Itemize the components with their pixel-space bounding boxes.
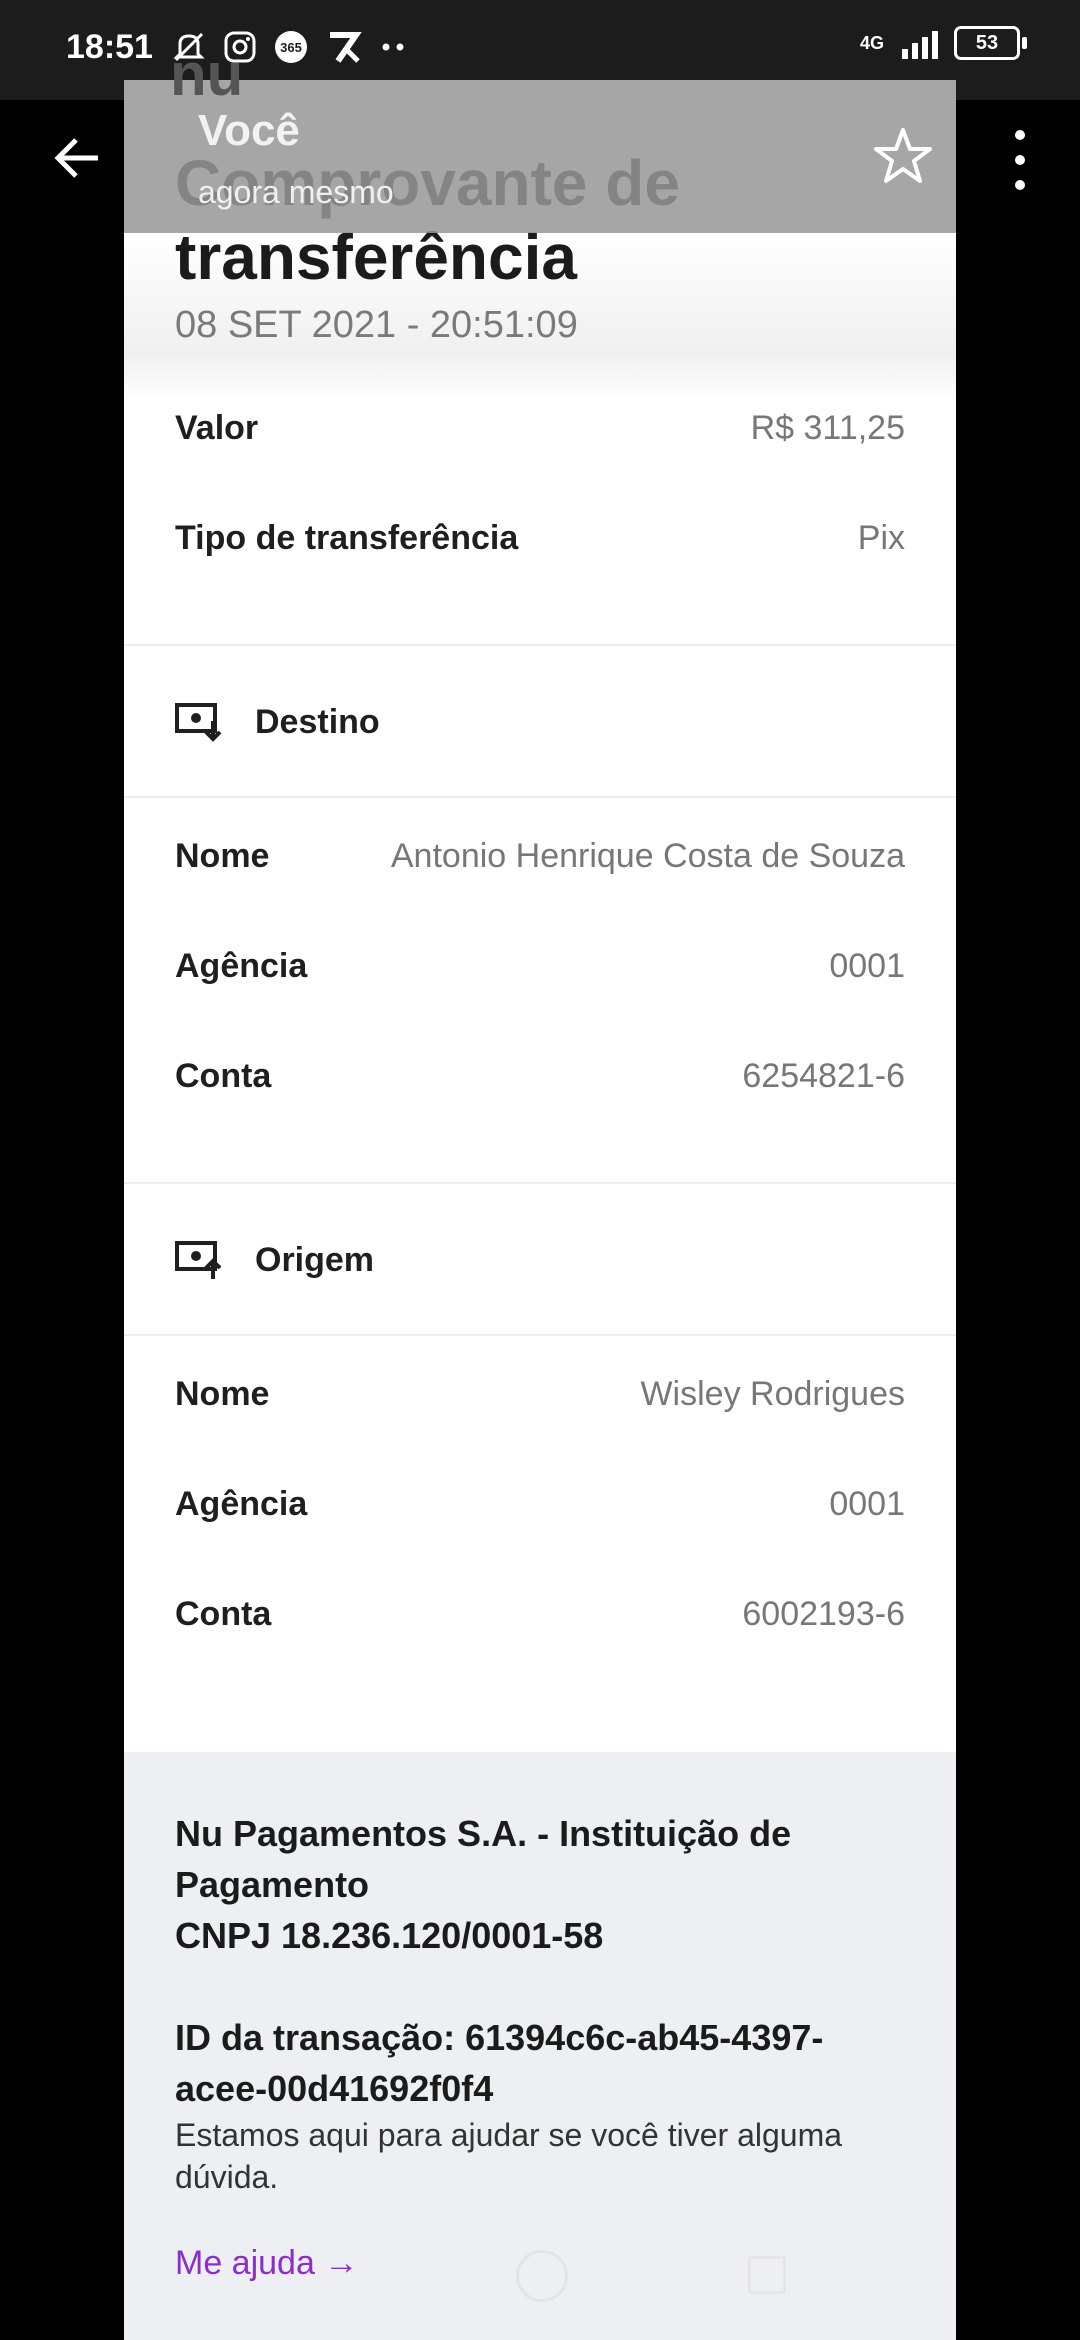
destino-agency-row: Agência 0001 xyxy=(175,936,905,996)
divider xyxy=(124,1182,956,1184)
more-vertical-icon[interactable] xyxy=(1000,130,1040,190)
origem-agency-label: Agência xyxy=(175,1484,308,1523)
origem-title: Origem xyxy=(255,1240,375,1279)
network-type: 4G xyxy=(860,33,885,53)
destino-agency-value: 0001 xyxy=(829,946,905,985)
help-text: Estamos aqui para ajudar se você tiver a… xyxy=(175,2117,843,2195)
send-money-icon xyxy=(175,1241,222,1279)
destino-account-value: 6254821-6 xyxy=(742,1056,905,1095)
transfer-type-row: Tipo de transferência Pix xyxy=(175,508,905,568)
origem-agency-row: Agência 0001 xyxy=(175,1474,905,1534)
origem-agency-value: 0001 xyxy=(829,1484,905,1523)
origem-account-label: Conta xyxy=(175,1594,272,1633)
origem-name-row: Nome Wisley Rodrigues xyxy=(175,1364,905,1424)
app-7-icon xyxy=(330,32,362,63)
receipt-date: 08 SET 2021 - 20:51:09 xyxy=(175,304,578,346)
destino-heading: Destino xyxy=(175,692,380,752)
destino-name-value: Antonio Henrique Costa de Souza xyxy=(390,836,905,875)
company-info: Nu Pagamentos S.A. - Instituição de Paga… xyxy=(175,1808,915,1961)
battery-icon: 53 xyxy=(954,26,1027,60)
divider xyxy=(124,644,956,646)
destino-account-label: Conta xyxy=(175,1056,272,1095)
transfer-type-label: Tipo de transferência xyxy=(175,518,519,557)
more-dots-icon xyxy=(382,43,404,51)
help-link[interactable]: Me ajuda → xyxy=(175,2244,358,2283)
company-cnpj: CNPJ 18.236.120/0001-58 xyxy=(175,1915,604,1956)
receive-money-icon xyxy=(175,703,222,742)
star-outline-icon[interactable] xyxy=(870,124,936,190)
divider xyxy=(124,796,956,798)
company-name: Nu Pagamentos S.A. - Instituição de Paga… xyxy=(175,1813,792,1905)
home-nav-button[interactable] xyxy=(516,2250,568,2302)
notification-subtitle: agora mesmo xyxy=(198,174,394,210)
origem-account-row: Conta 6002193-6 xyxy=(175,1584,905,1644)
destino-name-row: Nome Antonio Henrique Costa de Souza xyxy=(175,826,905,886)
destino-account-row: Conta 6254821-6 xyxy=(175,1046,905,1106)
notification-title: Você xyxy=(198,106,300,155)
origem-heading: Origem xyxy=(175,1230,374,1290)
origem-name-value: Wisley Rodrigues xyxy=(640,1374,905,1413)
nubank-logo: nu xyxy=(170,50,244,100)
status-system-icons: 4G 53 xyxy=(860,26,1027,60)
origem-account-value: 6002193-6 xyxy=(742,1594,905,1633)
value-amount: R$ 311,25 xyxy=(750,408,905,447)
value-label: Valor xyxy=(175,408,259,447)
transaction-id: ID da transação: 61394c6c-ab45-4397-acee… xyxy=(175,2017,824,2109)
destino-title: Destino xyxy=(255,702,380,741)
status-time: 18:51 xyxy=(66,28,153,66)
value-row: Valor R$ 311,25 xyxy=(175,398,905,458)
origem-name-label: Nome xyxy=(175,1374,270,1413)
divider xyxy=(124,1334,956,1336)
arrow-left-icon[interactable] xyxy=(48,128,108,188)
transfer-type-value: Pix xyxy=(857,518,905,557)
app-365-icon: 365 xyxy=(275,31,307,63)
destino-agency-label: Agência xyxy=(175,946,308,985)
recents-nav-button[interactable] xyxy=(748,2256,786,2294)
svg-text:365: 365 xyxy=(280,40,302,55)
signal-icon xyxy=(902,27,938,59)
destino-name-label: Nome xyxy=(175,836,270,875)
